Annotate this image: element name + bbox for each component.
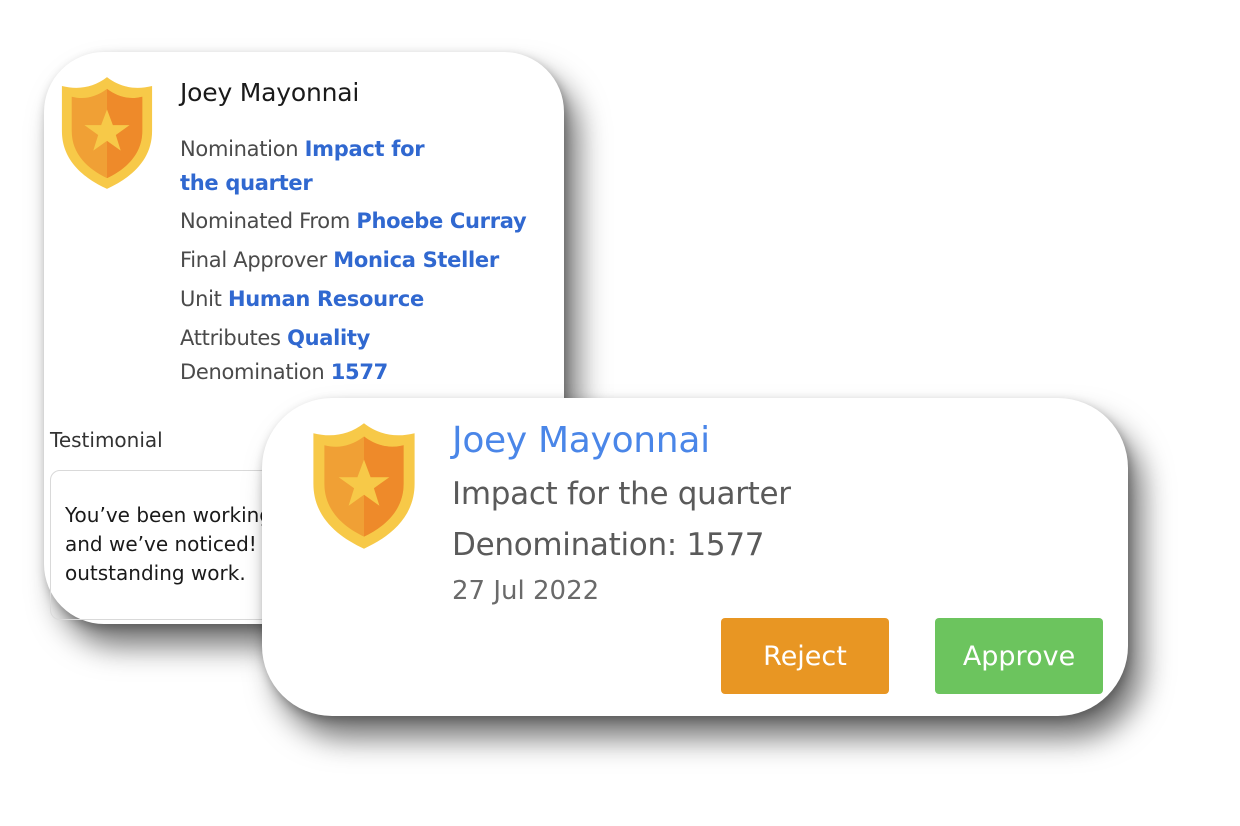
nominee-name[interactable]: Joey Mayonnai	[452, 420, 710, 461]
field-label: Nominated From	[180, 209, 351, 233]
field-label: Nomination	[180, 137, 299, 161]
attributes-link[interactable]: Quality	[287, 326, 370, 350]
field-nomination: Nomination Impact for the quarter	[180, 132, 460, 200]
unit-link[interactable]: Human Resource	[228, 287, 424, 311]
nominated-from-link[interactable]: Phoebe Curray	[356, 209, 526, 233]
denomination-text: Denomination: 1577	[452, 527, 765, 563]
reject-button[interactable]: Reject	[721, 618, 889, 694]
field-denomination: Denomination 1577	[180, 355, 388, 389]
nomination-date: 27 Jul 2022	[452, 576, 600, 606]
field-final-approver: Final Approver Monica Steller	[180, 243, 499, 277]
field-label: Attributes	[180, 326, 281, 350]
testimonial-heading: Testimonial	[50, 428, 163, 452]
nomination-title: Impact for the quarter	[452, 476, 791, 512]
shield-star-icon	[61, 77, 153, 189]
field-label: Denomination	[180, 360, 325, 384]
approve-button[interactable]: Approve	[935, 618, 1103, 694]
field-unit: Unit Human Resource	[180, 282, 424, 316]
field-label: Final Approver	[180, 248, 327, 272]
nomination-summary-card: Joey Mayonnai Impact for the quarter Den…	[262, 398, 1128, 716]
field-attributes: Attributes Quality	[180, 321, 370, 355]
field-nominated-from: Nominated From Phoebe Curray	[180, 204, 527, 238]
final-approver-link[interactable]: Monica Steller	[333, 248, 499, 272]
denomination-value: 1577	[330, 360, 389, 384]
shield-star-icon	[313, 423, 415, 549]
field-label: Unit	[180, 287, 222, 311]
nominee-name: Joey Mayonnai	[180, 78, 360, 107]
